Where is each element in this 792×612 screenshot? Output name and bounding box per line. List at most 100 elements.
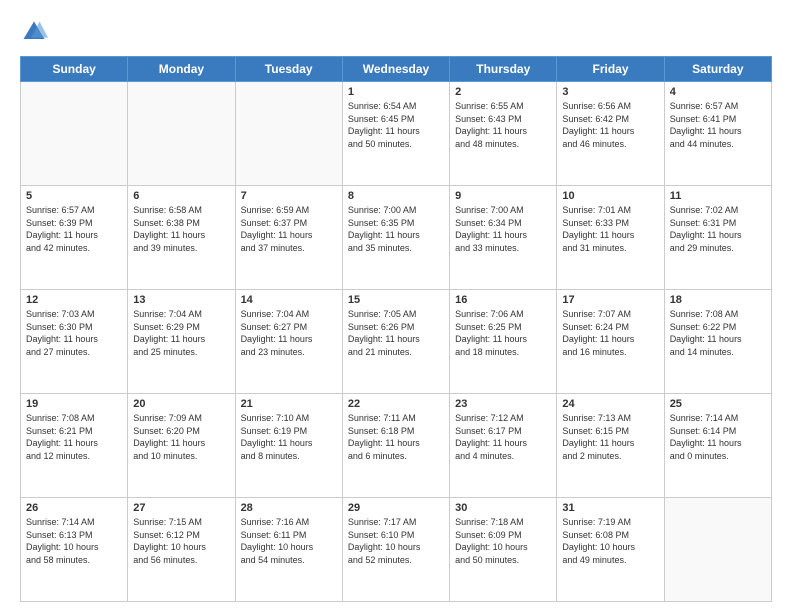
calendar-cell: 27 Sunrise: 7:15 AM Sunset: 6:12 PM Dayli… [128,498,235,602]
week-row-2: 5 Sunrise: 6:57 AM Sunset: 6:39 PM Daylig… [21,186,772,290]
day-info: Sunrise: 7:00 AM Sunset: 6:35 PM Dayligh… [348,204,444,254]
day-number: 21 [241,398,337,410]
day-number: 17 [562,294,658,306]
calendar-cell: 2 Sunrise: 6:55 AM Sunset: 6:43 PM Daylig… [450,82,557,186]
calendar-table: SundayMondayTuesdayWednesdayThursdayFrid… [20,56,772,602]
day-number: 22 [348,398,444,410]
calendar-cell [21,82,128,186]
calendar-cell: 18 Sunrise: 7:08 AM Sunset: 6:22 PM Dayli… [664,290,771,394]
day-number: 31 [562,502,658,514]
week-row-1: 1 Sunrise: 6:54 AM Sunset: 6:45 PM Daylig… [21,82,772,186]
calendar-cell: 9 Sunrise: 7:00 AM Sunset: 6:34 PM Daylig… [450,186,557,290]
day-info: Sunrise: 7:08 AM Sunset: 6:21 PM Dayligh… [26,412,122,462]
day-info: Sunrise: 6:54 AM Sunset: 6:45 PM Dayligh… [348,100,444,150]
weekday-header-row: SundayMondayTuesdayWednesdayThursdayFrid… [21,57,772,82]
day-info: Sunrise: 7:14 AM Sunset: 6:14 PM Dayligh… [670,412,766,462]
day-number: 15 [348,294,444,306]
day-info: Sunrise: 7:04 AM Sunset: 6:27 PM Dayligh… [241,308,337,358]
calendar-cell: 31Sunrise: 7:19 AM Sunset: 6:08 PM Dayli… [557,498,664,602]
day-info: Sunrise: 7:17 AM Sunset: 6:10 PM Dayligh… [348,516,444,566]
calendar-cell: 25 Sunrise: 7:14 AM Sunset: 6:14 PM Dayli… [664,394,771,498]
day-info: Sunrise: 7:12 AM Sunset: 6:17 PM Dayligh… [455,412,551,462]
day-info: Sunrise: 7:10 AM Sunset: 6:19 PM Dayligh… [241,412,337,462]
day-number: 14 [241,294,337,306]
day-info: Sunrise: 7:06 AM Sunset: 6:25 PM Dayligh… [455,308,551,358]
day-number: 8 [348,190,444,202]
day-info: Sunrise: 7:18 AM Sunset: 6:09 PM Dayligh… [455,516,551,566]
calendar-cell: 6 Sunrise: 6:58 AM Sunset: 6:38 PM Daylig… [128,186,235,290]
weekday-sunday: Sunday [21,57,128,82]
day-info: Sunrise: 7:03 AM Sunset: 6:30 PM Dayligh… [26,308,122,358]
day-info: Sunrise: 7:08 AM Sunset: 6:22 PM Dayligh… [670,308,766,358]
day-number: 13 [133,294,229,306]
day-info: Sunrise: 7:07 AM Sunset: 6:24 PM Dayligh… [562,308,658,358]
calendar-cell: 19 Sunrise: 7:08 AM Sunset: 6:21 PM Dayli… [21,394,128,498]
calendar-cell: 23 Sunrise: 7:12 AM Sunset: 6:17 PM Dayli… [450,394,557,498]
calendar-cell: 15 Sunrise: 7:05 AM Sunset: 6:26 PM Dayli… [342,290,449,394]
calendar-cell: 28Sunrise: 7:16 AM Sunset: 6:11 PM Dayli… [235,498,342,602]
calendar-cell: 30 Sunrise: 7:18 AM Sunset: 6:09 PM Dayli… [450,498,557,602]
calendar-cell: 11 Sunrise: 7:02 AM Sunset: 6:31 PM Dayli… [664,186,771,290]
day-number: 5 [26,190,122,202]
day-number: 29 [348,502,444,514]
calendar-cell: 3Sunrise: 6:56 AM Sunset: 6:42 PM Daylig… [557,82,664,186]
day-number: 18 [670,294,766,306]
header [20,18,772,46]
calendar-cell: 14 Sunrise: 7:04 AM Sunset: 6:27 PM Dayli… [235,290,342,394]
day-number: 12 [26,294,122,306]
calendar-cell [664,498,771,602]
day-info: Sunrise: 7:09 AM Sunset: 6:20 PM Dayligh… [133,412,229,462]
calendar-cell [235,82,342,186]
weekday-friday: Friday [557,57,664,82]
calendar-cell: 7Sunrise: 6:59 AM Sunset: 6:37 PM Daylig… [235,186,342,290]
calendar-cell: 22 Sunrise: 7:11 AM Sunset: 6:18 PM Dayli… [342,394,449,498]
day-number: 20 [133,398,229,410]
day-info: Sunrise: 6:57 AM Sunset: 6:39 PM Dayligh… [26,204,122,254]
day-number: 30 [455,502,551,514]
day-info: Sunrise: 7:15 AM Sunset: 6:12 PM Dayligh… [133,516,229,566]
day-number: 4 [670,86,766,98]
day-number: 23 [455,398,551,410]
logo-icon [20,18,48,46]
calendar-cell: 5 Sunrise: 6:57 AM Sunset: 6:39 PM Daylig… [21,186,128,290]
day-number: 3 [562,86,658,98]
day-number: 16 [455,294,551,306]
calendar-cell: 29 Sunrise: 7:17 AM Sunset: 6:10 PM Dayli… [342,498,449,602]
day-info: Sunrise: 7:00 AM Sunset: 6:34 PM Dayligh… [455,204,551,254]
calendar-cell: 10 Sunrise: 7:01 AM Sunset: 6:33 PM Dayli… [557,186,664,290]
day-number: 6 [133,190,229,202]
day-info: Sunrise: 7:05 AM Sunset: 6:26 PM Dayligh… [348,308,444,358]
day-info: Sunrise: 7:01 AM Sunset: 6:33 PM Dayligh… [562,204,658,254]
day-number: 9 [455,190,551,202]
calendar-cell [128,82,235,186]
day-number: 27 [133,502,229,514]
weekday-tuesday: Tuesday [235,57,342,82]
calendar-cell: 21 Sunrise: 7:10 AM Sunset: 6:19 PM Dayli… [235,394,342,498]
calendar-cell: 17 Sunrise: 7:07 AM Sunset: 6:24 PM Dayli… [557,290,664,394]
calendar-cell: 16 Sunrise: 7:06 AM Sunset: 6:25 PM Dayli… [450,290,557,394]
calendar-cell: 24 Sunrise: 7:13 AM Sunset: 6:15 PM Dayli… [557,394,664,498]
day-number: 25 [670,398,766,410]
weekday-wednesday: Wednesday [342,57,449,82]
day-info: Sunrise: 7:04 AM Sunset: 6:29 PM Dayligh… [133,308,229,358]
day-info: Sunrise: 6:58 AM Sunset: 6:38 PM Dayligh… [133,204,229,254]
logo [20,18,52,46]
weekday-thursday: Thursday [450,57,557,82]
day-info: Sunrise: 6:57 AM Sunset: 6:41 PM Dayligh… [670,100,766,150]
day-number: 28 [241,502,337,514]
day-info: Sunrise: 6:55 AM Sunset: 6:43 PM Dayligh… [455,100,551,150]
day-info: Sunrise: 7:11 AM Sunset: 6:18 PM Dayligh… [348,412,444,462]
day-number: 2 [455,86,551,98]
calendar-cell: 12 Sunrise: 7:03 AM Sunset: 6:30 PM Dayli… [21,290,128,394]
calendar-cell: 26Sunrise: 7:14 AM Sunset: 6:13 PM Dayli… [21,498,128,602]
day-info: Sunrise: 7:02 AM Sunset: 6:31 PM Dayligh… [670,204,766,254]
day-number: 11 [670,190,766,202]
day-info: Sunrise: 7:13 AM Sunset: 6:15 PM Dayligh… [562,412,658,462]
calendar-cell: 20 Sunrise: 7:09 AM Sunset: 6:20 PM Dayli… [128,394,235,498]
day-number: 1 [348,86,444,98]
day-number: 24 [562,398,658,410]
day-number: 19 [26,398,122,410]
day-number: 10 [562,190,658,202]
week-row-5: 26Sunrise: 7:14 AM Sunset: 6:13 PM Dayli… [21,498,772,602]
week-row-3: 12 Sunrise: 7:03 AM Sunset: 6:30 PM Dayli… [21,290,772,394]
